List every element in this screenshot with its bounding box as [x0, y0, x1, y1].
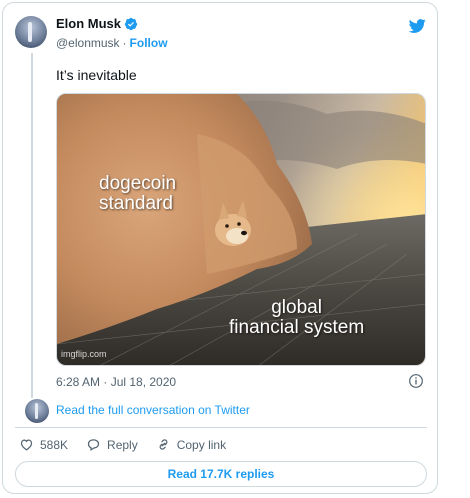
reply-button[interactable]: Reply — [86, 437, 138, 452]
copy-link-button[interactable]: Copy link — [156, 437, 226, 452]
like-count: 588K — [40, 437, 69, 452]
author-name[interactable]: Elon Musk — [56, 16, 121, 31]
copy-link-label: Copy link — [176, 437, 227, 452]
meme-top-caption-line2: standard — [99, 193, 173, 214]
author-handle[interactable]: @elonmusk — [56, 36, 120, 50]
tweet-timestamp[interactable]: 6:28 AM · Jul 18, 2020 — [56, 375, 176, 389]
reply-icon — [87, 439, 100, 451]
meme-bottom-caption: global financial system — [229, 298, 364, 338]
read-conversation-link[interactable]: Read the full conversation on Twitter — [56, 403, 250, 417]
author-avatar[interactable] — [15, 16, 47, 48]
actions-divider — [15, 427, 427, 428]
tweet-card: Elon Musk @elonmusk · Follow It’s inevitab… — [2, 2, 438, 494]
author-name-row: Elon Musk — [56, 16, 138, 31]
tweet-image[interactable]: dogecoin standard global financial syste… — [56, 93, 426, 366]
separator: · — [122, 36, 127, 50]
tweet-text: It’s inevitable — [56, 67, 137, 83]
like-button[interactable]: 588K — [19, 437, 68, 452]
author-handle-row: @elonmusk · Follow — [56, 36, 168, 50]
verified-badge-icon — [124, 17, 138, 30]
meme-top-caption: dogecoin standard — [99, 174, 176, 214]
link-icon — [159, 439, 168, 450]
thread-line — [31, 53, 33, 398]
conversation-avatar[interactable] — [25, 399, 49, 423]
tweet-actions: 588K Reply Copy link — [19, 437, 226, 452]
twitter-bird-icon[interactable] — [407, 17, 427, 35]
read-replies-button[interactable]: Read 17.7K replies — [15, 461, 427, 487]
meme-top-caption-line1: dogecoin — [99, 173, 177, 194]
meme-bottom-caption-line1: global — [271, 297, 322, 318]
follow-button[interactable]: Follow — [130, 36, 168, 50]
meme-watermark: imgflip.com — [61, 349, 107, 359]
heart-icon — [20, 439, 33, 451]
reply-label: Reply — [107, 437, 138, 452]
meme-bottom-caption-line2: financial system — [229, 317, 365, 338]
info-icon[interactable] — [408, 373, 424, 389]
